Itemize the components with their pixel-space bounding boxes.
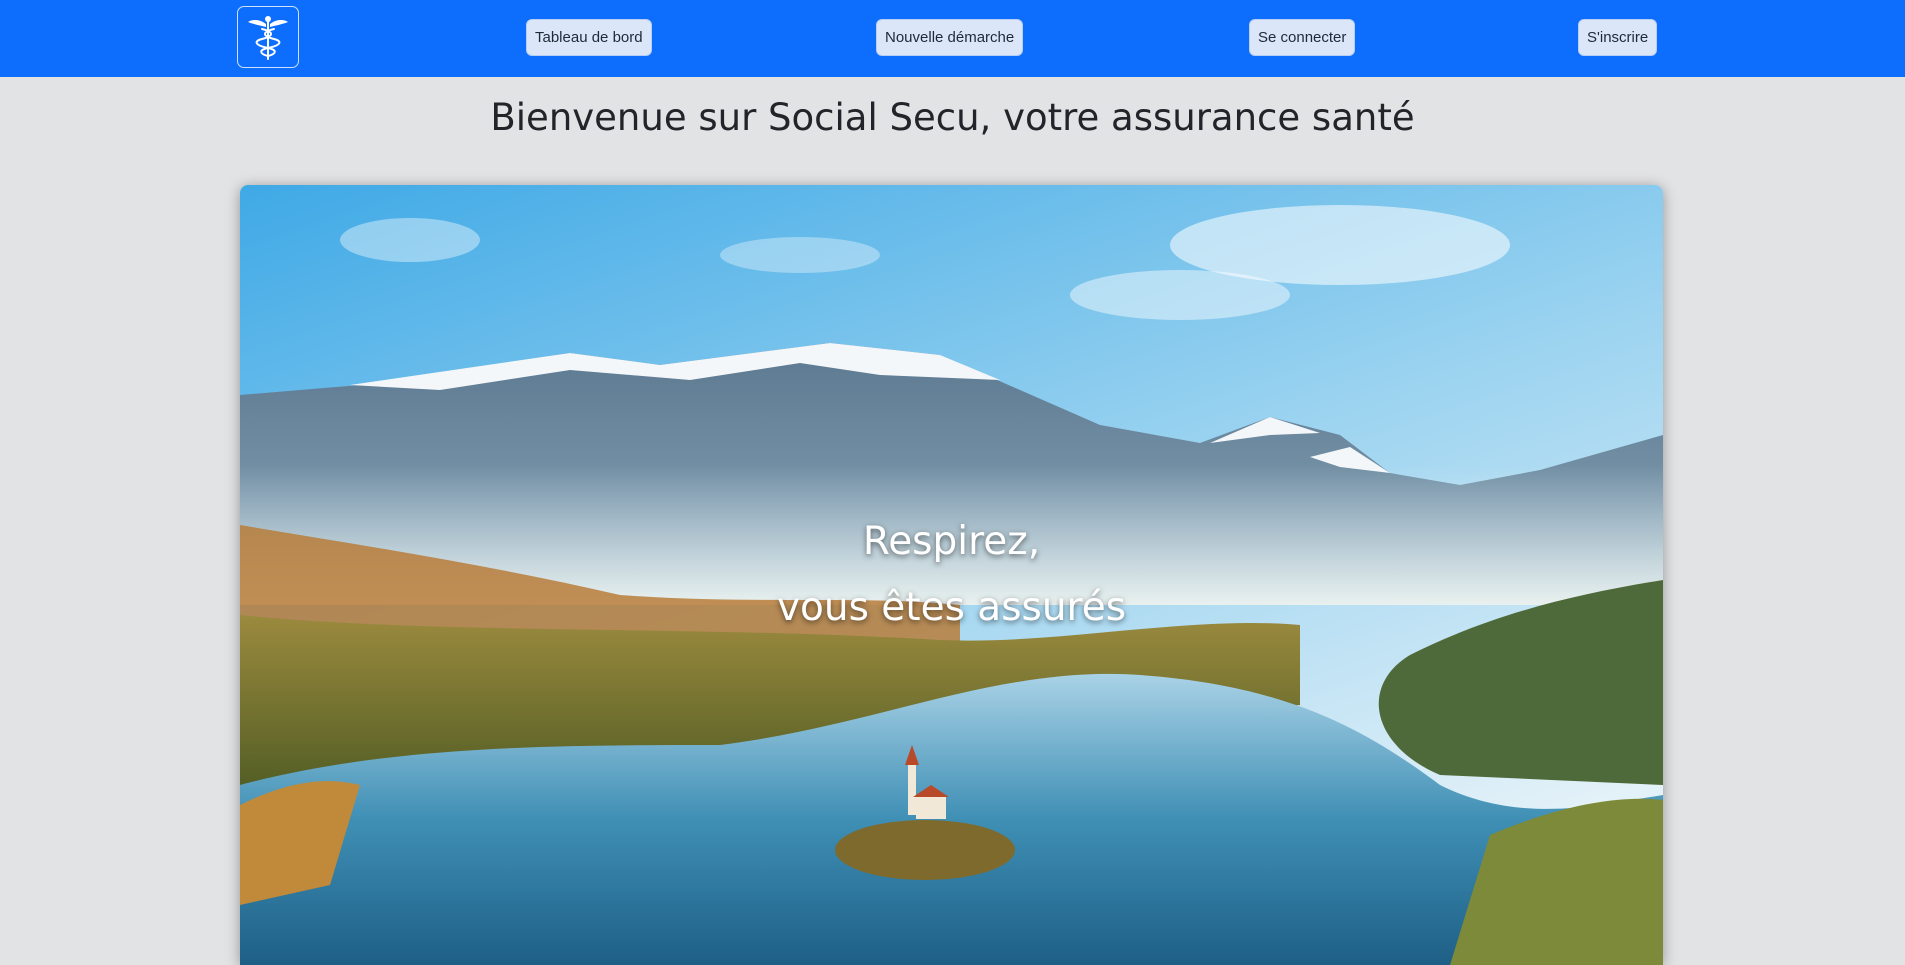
page-title: Bienvenue sur Social Secu, votre assuran… bbox=[490, 96, 1415, 139]
nav-login-button[interactable]: Se connecter bbox=[1249, 19, 1356, 56]
nav-new-request-button[interactable]: Nouvelle démarche bbox=[876, 19, 1024, 56]
hero-tagline-line2: vous êtes assurés bbox=[776, 585, 1127, 630]
hero-tagline-line1: Respirez, bbox=[862, 519, 1041, 564]
hero-landscape-image bbox=[240, 185, 1663, 965]
hero-banner: Respirez, vous êtes assurés bbox=[240, 185, 1663, 965]
nav-dashboard-button[interactable]: Tableau de bord bbox=[526, 19, 652, 56]
logo-button[interactable] bbox=[237, 6, 299, 68]
caduceus-icon bbox=[248, 16, 288, 60]
nav-signup-button[interactable]: S'inscrire bbox=[1578, 19, 1658, 56]
top-navbar: Tableau de bord Nouvelle démarche Se con… bbox=[0, 0, 1905, 77]
